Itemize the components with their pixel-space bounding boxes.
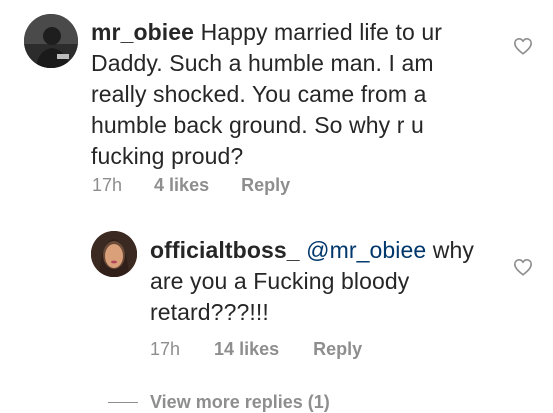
- avatar-image: [24, 14, 78, 68]
- comment-meta: 17h 14 likes Reply: [150, 339, 362, 360]
- reply-button[interactable]: Reply: [313, 339, 362, 360]
- comment-username[interactable]: officialtboss_: [150, 237, 300, 263]
- comment-mr-obiee: mr_obiee Happy married life to ur Daddy.…: [0, 0, 553, 205]
- comment-username[interactable]: mr_obiee: [91, 19, 194, 45]
- comment-officialtboss: officialtboss_ @mr_obiee why are you a F…: [0, 220, 553, 380]
- avatar-image: [91, 231, 137, 277]
- mention-link[interactable]: @mr_obiee: [306, 237, 426, 263]
- comment-time: 17h: [150, 339, 181, 359]
- likes-count[interactable]: 14 likes: [214, 339, 279, 360]
- comment-text: mr_obiee Happy married life to ur Daddy.…: [91, 17, 491, 172]
- heart-icon[interactable]: [513, 258, 533, 276]
- avatar[interactable]: [24, 14, 78, 68]
- reply-button[interactable]: Reply: [241, 175, 290, 196]
- comment-meta: 17h 4 likes Reply: [92, 175, 290, 196]
- comment-time: 17h: [92, 175, 123, 195]
- divider-line: [108, 402, 138, 403]
- comment-text: officialtboss_ @mr_obiee why are you a F…: [150, 235, 500, 328]
- avatar[interactable]: [91, 231, 137, 277]
- heart-icon[interactable]: [513, 37, 533, 55]
- likes-count[interactable]: 4 likes: [154, 175, 209, 196]
